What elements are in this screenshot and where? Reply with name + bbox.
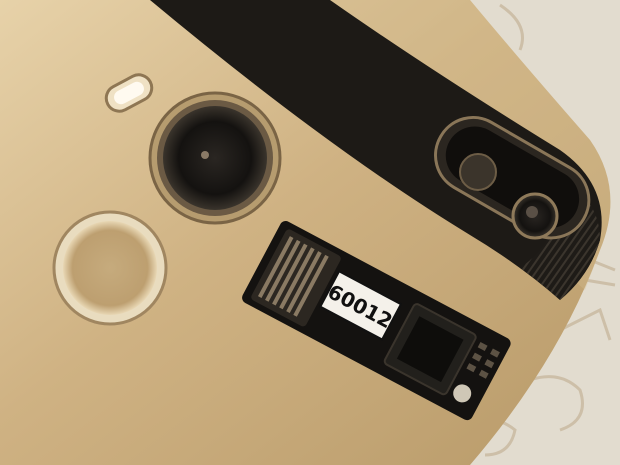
fingerprint-sensor-icon <box>52 210 168 326</box>
laser-sensor-icon <box>459 153 497 191</box>
photo-scene: 60012 <box>0 0 620 465</box>
photo-illustration: 60012 <box>0 0 620 465</box>
main-camera-lens-icon <box>148 91 282 225</box>
